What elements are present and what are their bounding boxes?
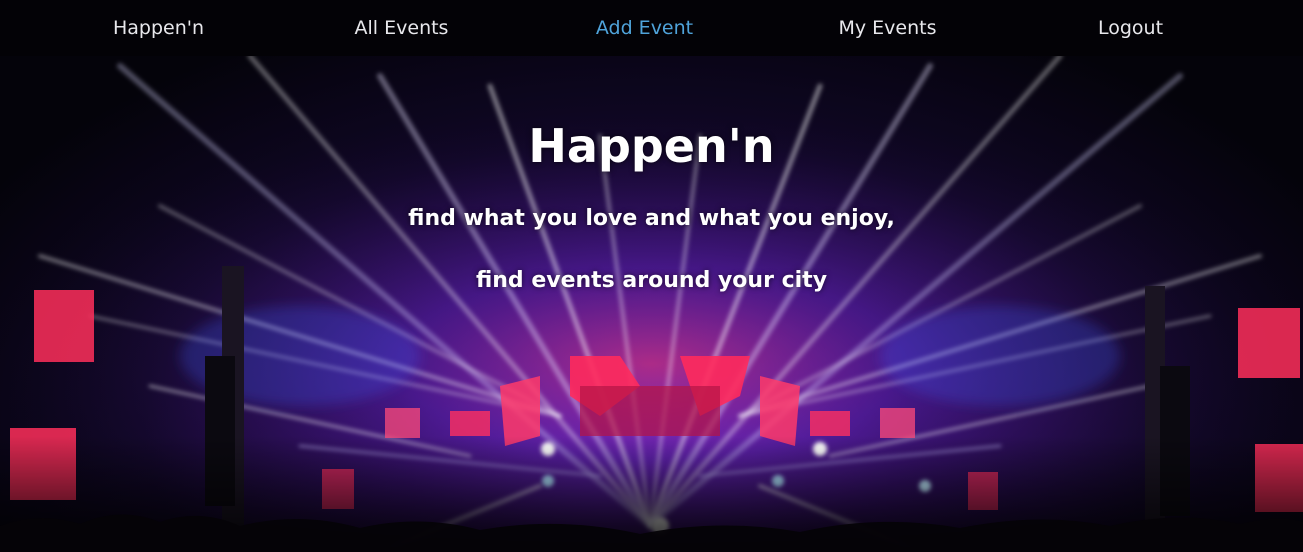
hero-tagline-1: find what you love and what you enjoy, xyxy=(408,206,895,231)
top-navbar: Happen'n All Events Add Event My Events … xyxy=(0,0,1303,56)
nav-link-logout[interactable]: Logout xyxy=(1009,0,1252,56)
hero-section: Happen'n find what you love and what you… xyxy=(0,56,1303,552)
nav-link-add-event[interactable]: Add Event xyxy=(523,0,766,56)
hero-title: Happen'n xyxy=(528,119,775,173)
nav-link-my-events[interactable]: My Events xyxy=(766,0,1009,56)
nav-link-all-events[interactable]: All Events xyxy=(280,0,523,56)
nav-link-home[interactable]: Happen'n xyxy=(37,0,280,56)
hero-tagline-2: find events around your city xyxy=(475,268,828,293)
